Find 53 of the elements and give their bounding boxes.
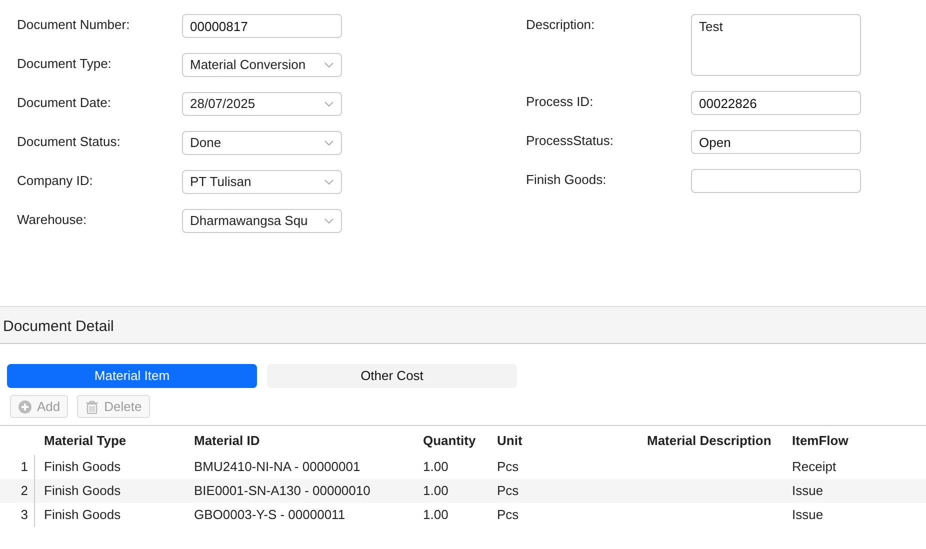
table-cell-text: Pcs — [497, 482, 520, 500]
table-cell-text: Finish Goods — [44, 506, 122, 524]
field-label: Warehouse: — [17, 211, 88, 229]
dropdown-field[interactable]: PT Tulisan — [182, 170, 342, 194]
plus-circle-icon — [18, 400, 32, 414]
table-cell-text: Finish Goods — [44, 458, 122, 476]
table-cell-text: 1.00 — [423, 506, 450, 524]
column-header: Material Description — [647, 432, 772, 450]
table-cell-text: 1.00 — [423, 482, 450, 500]
table-cell-text: 1.00 — [423, 458, 450, 476]
field-label: Process ID: — [526, 93, 594, 111]
column-header: Material Type — [44, 432, 128, 450]
field-label: Document Date: — [17, 94, 112, 112]
field-label: ProcessStatus: — [526, 132, 614, 150]
input-field[interactable] — [691, 169, 861, 193]
dropdown-field[interactable]: Done — [182, 131, 342, 155]
table-cell-text: Receipt — [792, 458, 838, 476]
column-header: Quantity — [423, 432, 477, 450]
tab[interactable]: Material Item — [7, 364, 257, 388]
text-area[interactable]: Test — [691, 14, 861, 76]
table-cell-text: Pcs — [497, 506, 520, 524]
table-cell-text: BMU2410-NI-NA - 00000001 — [194, 458, 362, 476]
table-cell-text: Finish Goods — [44, 482, 122, 500]
column-header: Material ID — [194, 432, 261, 450]
chevron-down-icon — [324, 62, 334, 68]
tab[interactable]: Other Cost — [267, 364, 517, 388]
table-cell-text: BIE0001-SN-A130 - 00000010 — [194, 482, 372, 500]
input-field[interactable]: 00000817 — [182, 14, 342, 38]
input-field[interactable]: 00022826 — [691, 91, 861, 115]
table-cell-text: Issue — [792, 506, 824, 524]
row-number: 2 — [0, 479, 35, 503]
column-header: Unit — [497, 432, 524, 450]
chevron-down-icon — [324, 179, 334, 185]
field-label: Finish Goods: — [526, 171, 608, 189]
table-cell-text: GBO0003-Y-S - 00000011 — [194, 506, 346, 524]
column-header: ItemFlow — [792, 432, 850, 450]
chevron-down-icon — [324, 218, 334, 224]
dropdown-field[interactable]: Dharmawangsa Squ — [182, 209, 342, 233]
section-header: Document Detail — [0, 306, 926, 344]
dropdown-field[interactable]: 28/07/2025 — [182, 92, 342, 116]
field-label: Document Number: — [17, 16, 131, 34]
dropdown-field[interactable]: Material Conversion — [182, 53, 342, 77]
table-cell-text: Pcs — [497, 458, 520, 476]
row-number: 3 — [0, 503, 35, 527]
table-cell-text: Issue — [792, 482, 824, 500]
field-label: Document Status: — [17, 133, 122, 151]
trash-icon — [85, 400, 100, 414]
chevron-down-icon — [324, 101, 334, 107]
field-label: Document Type: — [17, 55, 112, 73]
chevron-down-icon — [324, 140, 334, 146]
field-label: Description: — [526, 16, 596, 34]
input-field[interactable]: Open — [691, 130, 861, 154]
field-label: Company ID: — [17, 172, 94, 190]
